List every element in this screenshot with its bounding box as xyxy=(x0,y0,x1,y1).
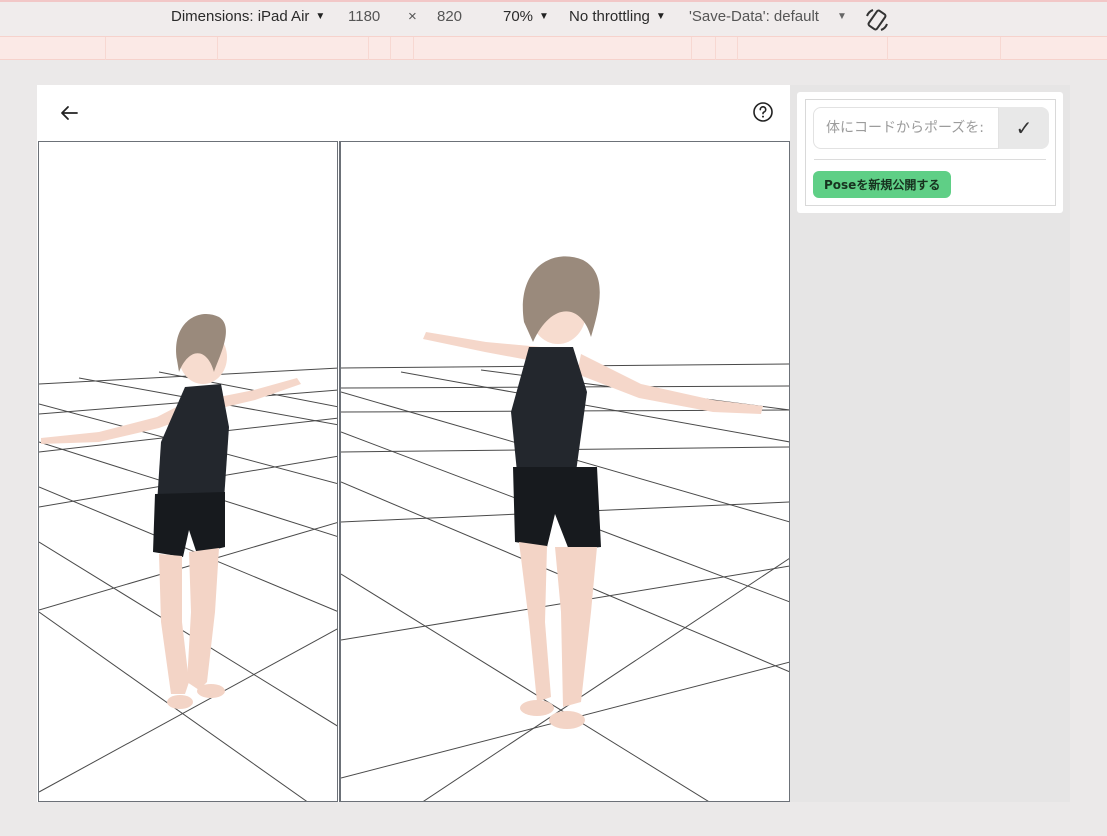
media-query-ruler xyxy=(0,36,1107,60)
width-input[interactable]: 1180 xyxy=(348,8,380,25)
check-icon: ✓ xyxy=(1015,117,1033,140)
chevron-down-icon: ▼ xyxy=(836,11,847,22)
pose-code-input[interactable] xyxy=(813,107,999,149)
ruler-tick xyxy=(217,37,218,60)
ruler-tick xyxy=(390,37,391,60)
save-data-dropdown[interactable]: 'Save-Data': default ▼ xyxy=(689,8,847,25)
chevron-down-icon: ▼ xyxy=(315,11,326,22)
perspective-viewport[interactable] xyxy=(339,141,790,802)
times-sign: × xyxy=(408,8,417,25)
pose-code-form: ✓ Poseを新規公開する xyxy=(805,99,1056,206)
question-circle-icon[interactable] xyxy=(752,101,774,123)
zoom-label: 70% xyxy=(503,8,534,25)
confirm-button[interactable]: ✓ xyxy=(999,107,1049,149)
pose-editor-card xyxy=(37,85,790,802)
arrow-left-icon[interactable] xyxy=(55,99,83,127)
ruler-tick xyxy=(368,37,369,60)
viewport-scene xyxy=(341,256,789,801)
dimensions-dropdown[interactable]: Dimensions: iPad Air ▼ xyxy=(171,8,325,25)
dimensions-label: Dimensions: iPad Air xyxy=(171,8,310,25)
card-header xyxy=(37,85,790,141)
ruler-tick xyxy=(715,37,716,60)
viewport-scene xyxy=(39,313,337,801)
zoom-dropdown[interactable]: 70% ▼ xyxy=(503,8,549,25)
chevron-down-icon: ▼ xyxy=(539,11,549,22)
save-data-label: 'Save-Data': default xyxy=(689,8,819,25)
height-input[interactable]: 820 xyxy=(437,8,462,25)
side-panel: ✓ Poseを新規公開する xyxy=(797,92,1063,213)
character-model xyxy=(423,256,763,729)
device-toolbar: Dimensions: iPad Air ▼ 1180 × 820 70% ▼ … xyxy=(0,0,1107,36)
ruler-tick xyxy=(413,37,414,60)
character-model xyxy=(41,313,301,709)
ruler-tick xyxy=(105,37,106,60)
throttling-dropdown[interactable]: No throttling ▼ xyxy=(569,8,666,25)
chevron-down-icon: ▼ xyxy=(655,11,666,22)
ruler-tick xyxy=(887,37,888,60)
ruler-tick xyxy=(691,37,692,60)
publish-pose-button[interactable]: Poseを新規公開する xyxy=(813,171,952,198)
throttling-label: No throttling xyxy=(569,8,650,25)
divider xyxy=(814,159,1046,160)
ruler-tick xyxy=(1000,37,1001,60)
ruler-tick xyxy=(737,37,738,60)
rotate-icon[interactable] xyxy=(864,7,890,33)
front-viewport[interactable] xyxy=(38,141,338,802)
